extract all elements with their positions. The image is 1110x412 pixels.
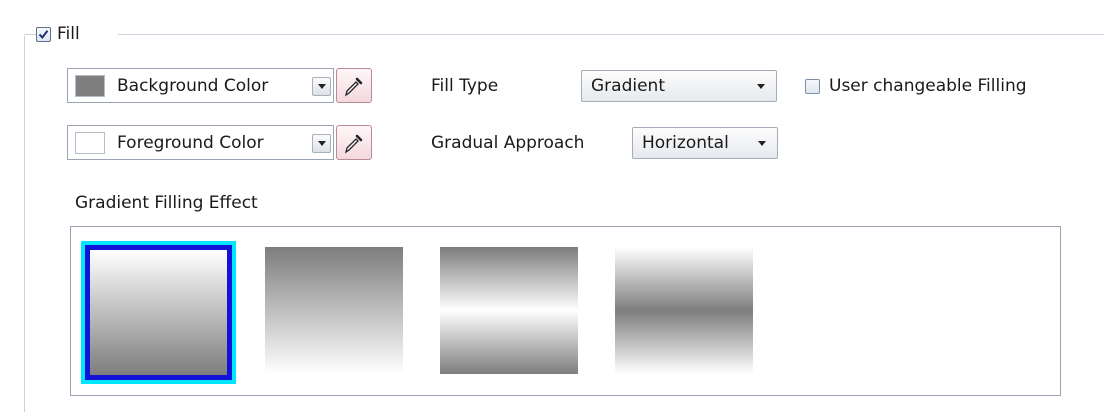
gradient-swatch xyxy=(85,245,232,380)
gradient-effect-option[interactable] xyxy=(615,247,753,374)
gradient-effect-option-selected[interactable] xyxy=(81,241,236,384)
fill-type-label: Fill Type xyxy=(431,76,499,96)
foreground-color-swatch xyxy=(75,131,105,154)
fill-group-legend: Fill xyxy=(36,22,86,46)
foreground-color-dropdown[interactable]: Foreground Color xyxy=(67,125,334,160)
gradual-approach-value: Horizontal xyxy=(642,133,729,153)
eyedropper-icon xyxy=(344,134,363,153)
gradient-effect-option[interactable] xyxy=(265,247,403,374)
gradient-effect-option[interactable] xyxy=(440,247,578,374)
foreground-color-picker-button[interactable] xyxy=(336,125,372,160)
group-frame-left xyxy=(24,36,25,412)
gradual-approach-label: Gradual Approach xyxy=(431,133,585,153)
background-color-swatch xyxy=(75,74,105,97)
foreground-color-label: Foreground Color xyxy=(117,132,264,153)
group-frame-corner xyxy=(24,34,36,35)
background-color-dropdown-button[interactable] xyxy=(312,77,331,96)
group-frame-top xyxy=(118,34,1104,35)
background-color-picker-button[interactable] xyxy=(336,68,372,103)
background-color-label: Background Color xyxy=(117,75,269,96)
chevron-down-icon xyxy=(758,141,766,146)
background-color-dropdown[interactable]: Background Color xyxy=(67,68,334,103)
fill-checkbox[interactable] xyxy=(36,26,51,42)
gradient-effect-label: Gradient Filling Effect xyxy=(75,193,258,213)
gradient-effect-panel xyxy=(70,226,1061,396)
chevron-down-icon xyxy=(317,84,326,89)
fill-type-select[interactable]: Gradient xyxy=(581,70,777,102)
checkmark-icon xyxy=(38,29,49,39)
foreground-color-dropdown-button[interactable] xyxy=(312,134,331,153)
user-changeable-label: User changeable Filling xyxy=(829,76,1027,96)
user-changeable-checkbox[interactable] xyxy=(805,79,820,94)
fill-label: Fill xyxy=(57,24,80,44)
chevron-down-icon xyxy=(757,84,765,89)
eyedropper-icon xyxy=(344,77,363,96)
chevron-down-icon xyxy=(317,141,326,146)
fill-type-value: Gradient xyxy=(591,76,665,96)
gradual-approach-select[interactable]: Horizontal xyxy=(632,127,778,159)
